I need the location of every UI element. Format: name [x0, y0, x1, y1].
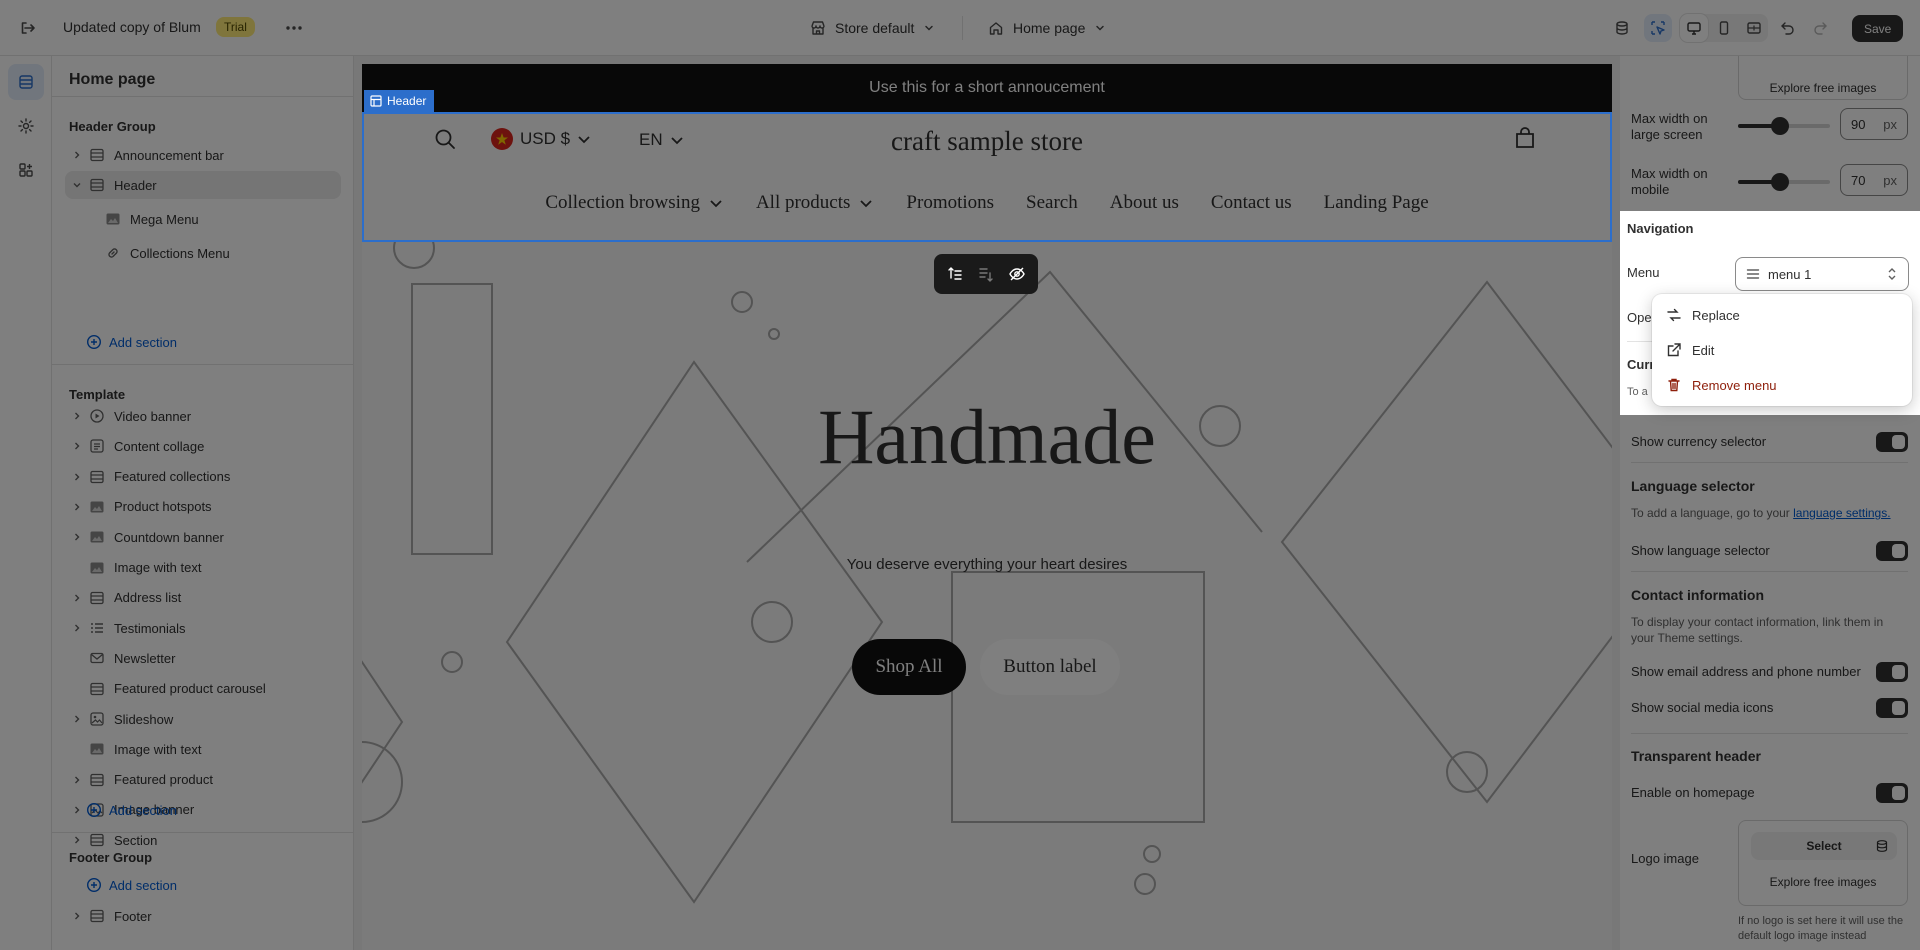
menu-actions-dropdown: Replace Edit Remove menu: [1652, 294, 1912, 406]
hamburger-menu-icon: [1746, 267, 1760, 281]
menu-picker-value: menu 1: [1768, 266, 1812, 282]
trash-icon: [1666, 377, 1682, 393]
currency-help-partial: To a: [1627, 386, 1648, 398]
move-down-icon[interactable]: [977, 265, 995, 283]
select-arrows-icon: [1886, 267, 1898, 281]
section-layout-icon: [370, 95, 382, 107]
move-up-icon[interactable]: [946, 265, 964, 283]
settings-panel: Explore free images Max width on large s…: [1620, 56, 1920, 950]
menu-label: Menu: [1627, 265, 1660, 280]
replace-menu-item[interactable]: Replace: [1658, 300, 1906, 330]
open-label-partial: Ope: [1627, 310, 1652, 325]
replace-icon: [1666, 307, 1682, 323]
menu-picker[interactable]: menu 1: [1735, 257, 1909, 291]
navigation-heading: Navigation: [1627, 221, 1694, 236]
remove-menu-item[interactable]: Remove menu: [1658, 370, 1906, 400]
section-tag[interactable]: Header: [364, 90, 435, 112]
panel-dim: [1620, 56, 1920, 950]
selected-section-outline: [362, 112, 1612, 242]
external-link-icon: [1666, 342, 1682, 358]
hide-eye-icon[interactable]: [1008, 265, 1026, 283]
currency-heading-partial: Curr: [1627, 357, 1655, 372]
section-tag-label: Header: [387, 94, 427, 108]
section-toolbar: [934, 254, 1038, 294]
edit-menu-item[interactable]: Edit: [1658, 335, 1906, 365]
